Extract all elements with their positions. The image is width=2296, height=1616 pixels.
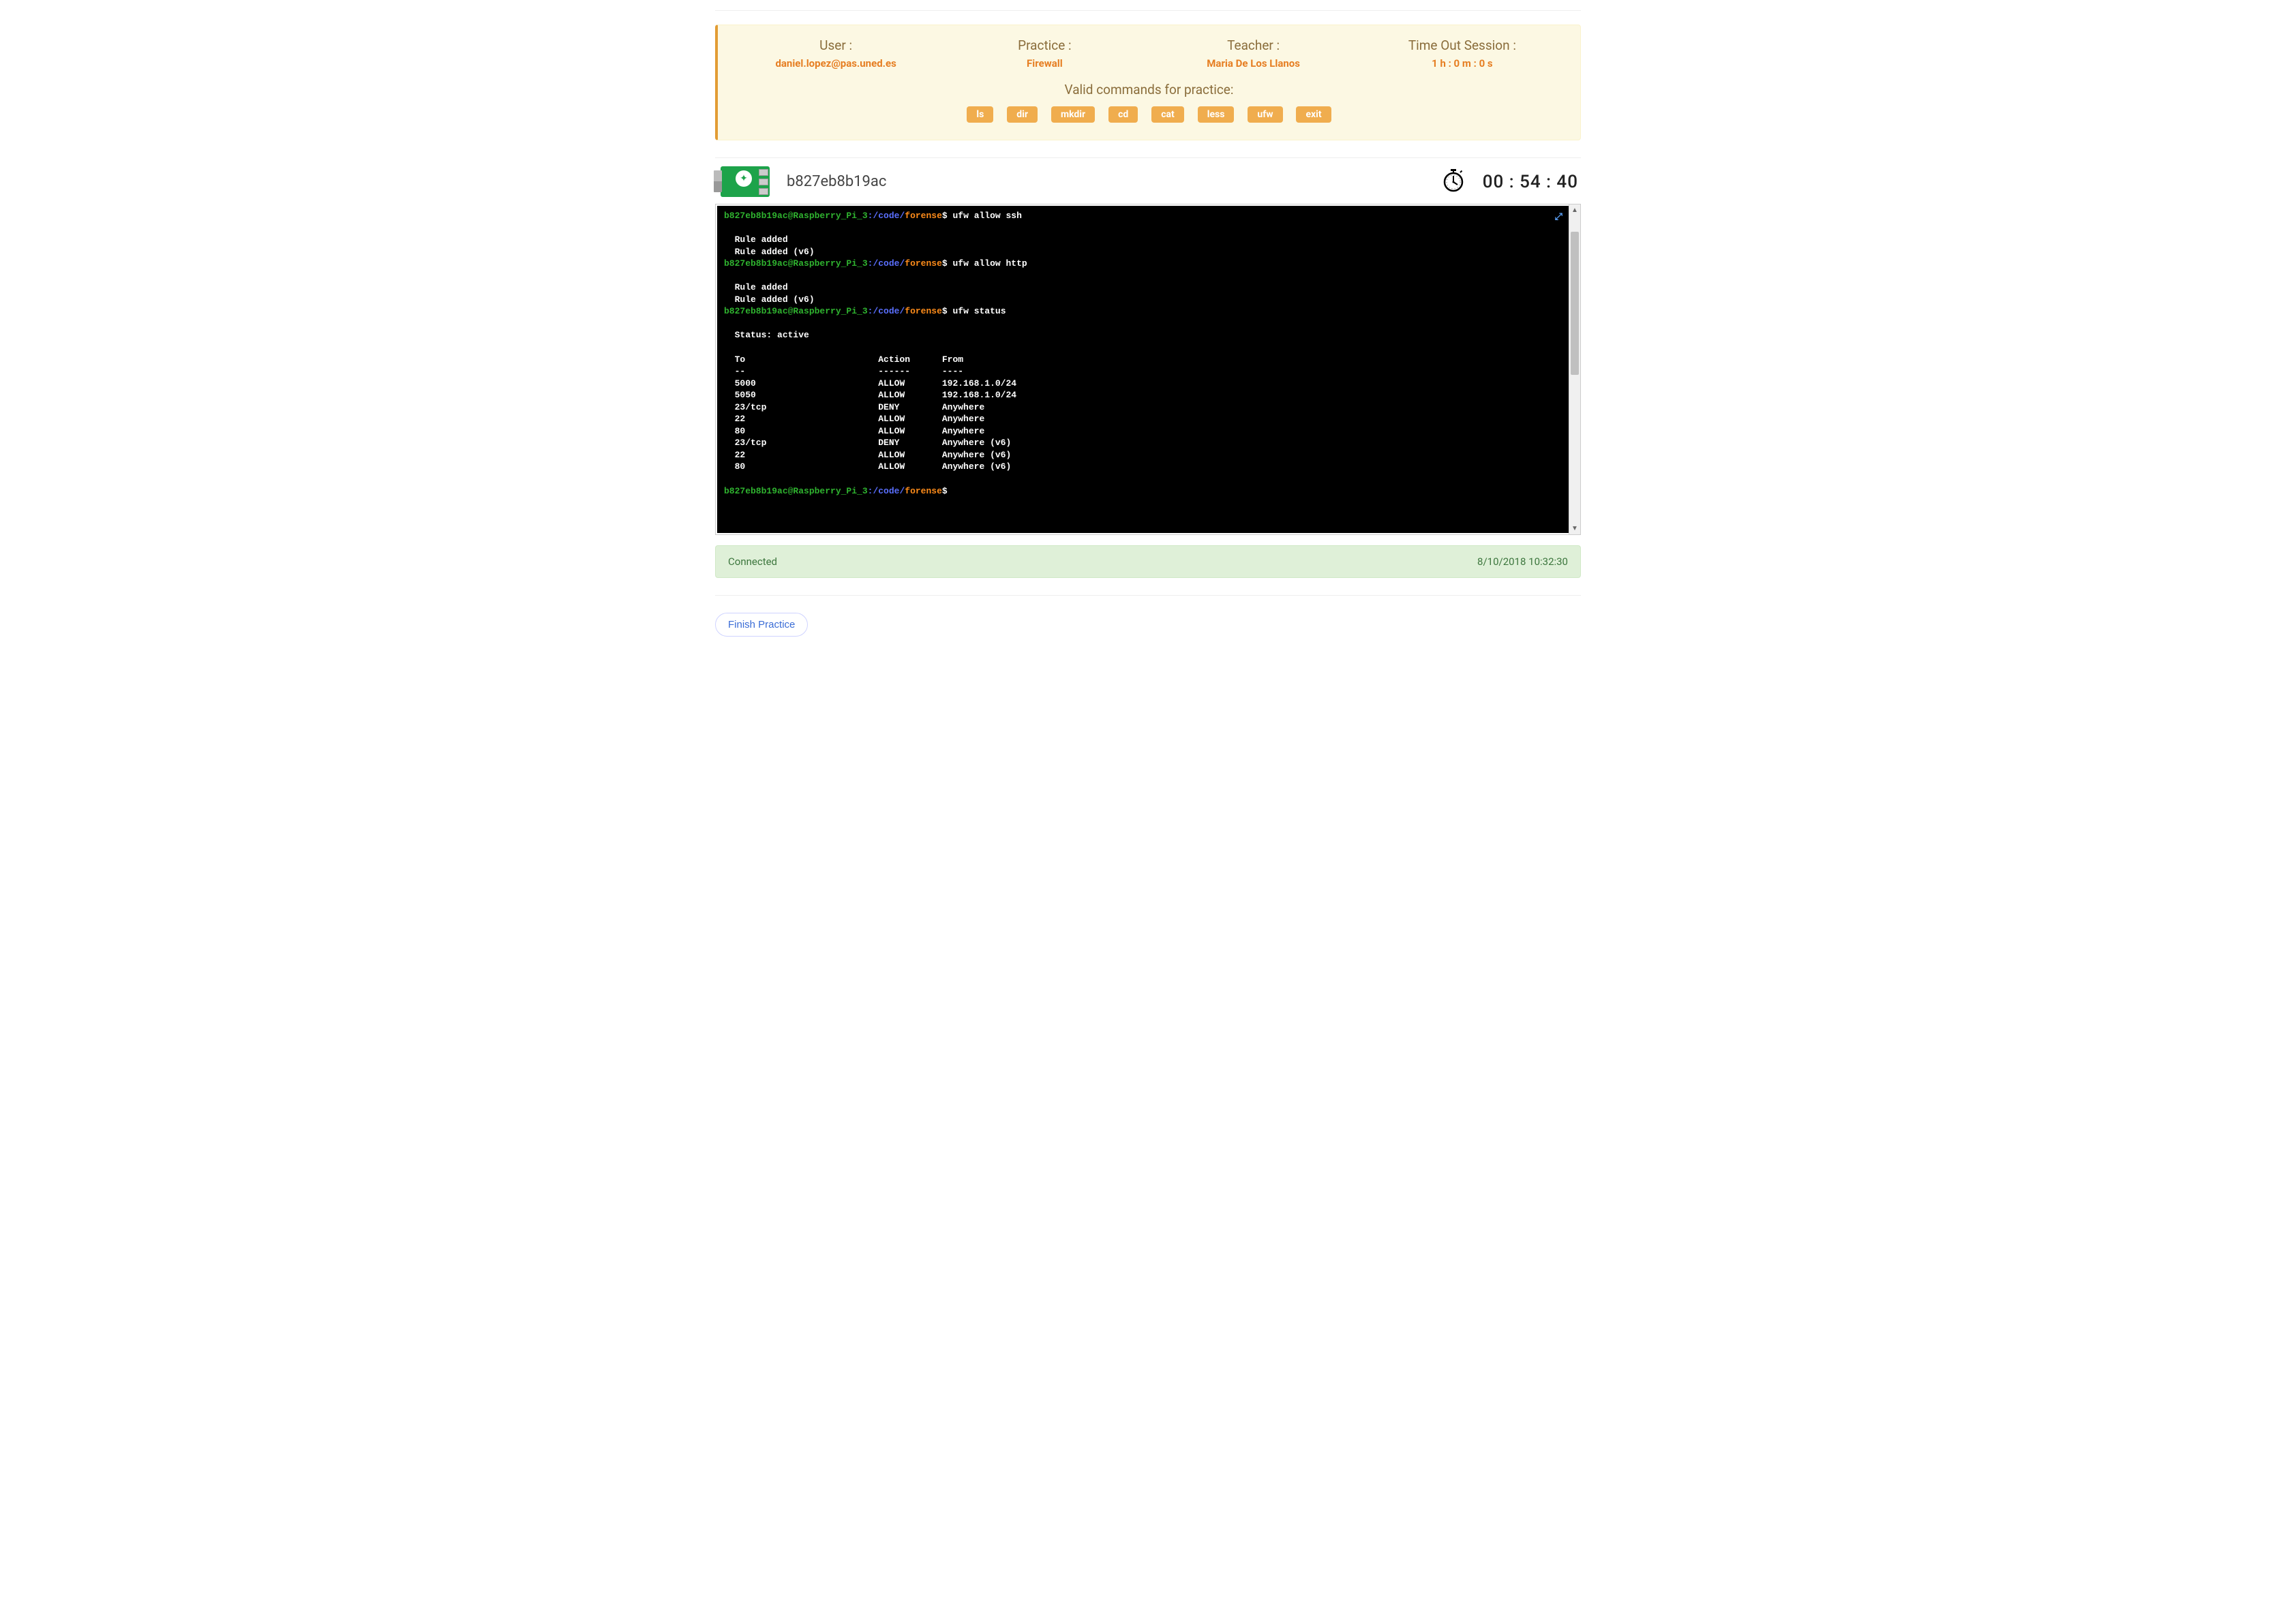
- timeout-value: 1 h : 0 m : 0 s: [1365, 57, 1560, 70]
- terminal-cmd-3: ufw status: [948, 306, 1006, 316]
- cmd-cd: cd: [1108, 106, 1138, 123]
- divider-bottom: [715, 595, 1581, 596]
- cmd-less: less: [1198, 106, 1235, 123]
- cmd-exit: exit: [1296, 106, 1331, 123]
- terminal-panel: b827eb8b19ac@Raspberry_Pi_3:/code/forens…: [715, 204, 1581, 535]
- scroll-up-icon[interactable]: ▲: [1569, 204, 1580, 216]
- connection-status-text: Connected: [728, 555, 777, 568]
- connection-status-bar: Connected 8/10/2018 10:32:30: [715, 545, 1581, 578]
- terminal-status-sep: -- ------ ----: [724, 366, 963, 376]
- terminal[interactable]: b827eb8b19ac@Raspberry_Pi_3:/code/forens…: [717, 206, 1579, 533]
- cmd-ls: ls: [967, 106, 993, 123]
- terminal-status-row: 5050 ALLOW 192.168.1.0/24: [724, 390, 1016, 400]
- expand-icon[interactable]: ⤢: [1555, 211, 1562, 224]
- timeout-label: Time Out Session :: [1365, 37, 1560, 53]
- stopwatch-icon: [1441, 168, 1466, 196]
- teacher-value: Maria De Los Llanos: [1156, 57, 1351, 70]
- connection-status-time: 8/10/2018 10:32:30: [1477, 555, 1568, 568]
- session-info-panel: User : daniel.lopez@pas.uned.es Practice…: [715, 25, 1581, 140]
- practice-label: Practice :: [947, 37, 1142, 53]
- divider-top: [715, 10, 1581, 11]
- cmd-mkdir: mkdir: [1051, 106, 1095, 123]
- user-value: daniel.lopez@pas.uned.es: [738, 57, 933, 70]
- terminal-status-row: 22 ALLOW Anywhere (v6): [724, 450, 1011, 460]
- terminal-status-row: 23/tcp DENY Anywhere (v6): [724, 438, 1011, 448]
- practice-value: Firewall: [947, 57, 1142, 70]
- terminal-status-row: 5000 ALLOW 192.168.1.0/24: [724, 378, 1016, 388]
- terminal-status-columns: To Action From: [724, 354, 963, 365]
- cmd-ufw: ufw: [1248, 106, 1282, 123]
- cmd-cat: cat: [1151, 106, 1184, 123]
- terminal-status-row: 80 ALLOW Anywhere: [724, 426, 984, 436]
- scroll-down-icon[interactable]: ▼: [1569, 523, 1580, 534]
- countdown-timer: 00 : 54 : 40: [1483, 172, 1578, 192]
- finish-practice-button[interactable]: Finish Practice: [715, 613, 808, 637]
- terminal-output-1: Rule added Rule added (v6): [724, 234, 815, 257]
- terminal-cmd-1: ufw allow ssh: [948, 211, 1022, 221]
- prompt-path: /code/: [873, 211, 905, 221]
- terminal-status-header: Status: active: [724, 330, 809, 340]
- terminal-status-row: 23/tcp DENY Anywhere: [724, 402, 984, 412]
- teacher-label: Teacher :: [1156, 37, 1351, 53]
- commands-title: Valid commands for practice:: [731, 82, 1567, 97]
- cmd-dir: dir: [1007, 106, 1038, 123]
- scroll-thumb[interactable]: [1571, 232, 1579, 375]
- user-label: User :: [738, 37, 933, 53]
- terminal-cmd-2: ufw allow http: [948, 258, 1027, 269]
- terminal-status-row: 80 ALLOW Anywhere (v6): [724, 461, 1011, 472]
- prompt-user: b827eb8b19ac@Raspberry_Pi_3: [724, 211, 868, 221]
- terminal-status-row: 22 ALLOW Anywhere: [724, 414, 984, 424]
- terminal-scrollbar[interactable]: ▲ ▼: [1569, 204, 1580, 534]
- commands-list: ls dir mkdir cd cat less ufw exit: [731, 104, 1567, 125]
- divider-mid: [715, 157, 1581, 158]
- device-id: b827eb8b19ac: [787, 173, 1424, 190]
- terminal-output-2: Rule added Rule added (v6): [724, 282, 815, 305]
- raspberry-pi-icon: ✦: [721, 166, 770, 197]
